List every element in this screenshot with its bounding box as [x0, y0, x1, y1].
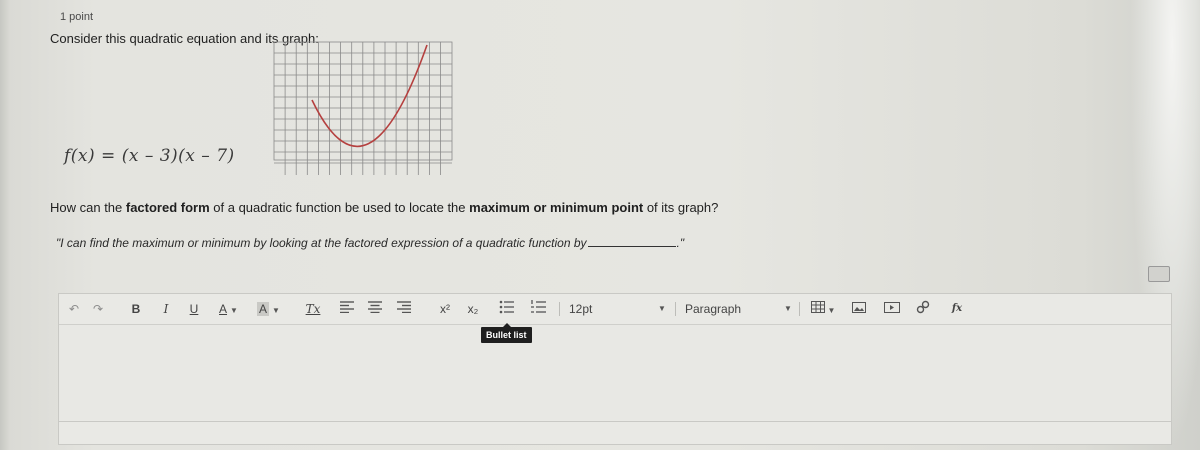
align-left-icon[interactable]	[339, 300, 355, 318]
highlight-button[interactable]: A ▼	[257, 300, 287, 318]
subscript-button[interactable]: x₂	[465, 300, 481, 318]
parabola-graph	[273, 41, 453, 175]
graph-grid	[273, 41, 453, 175]
background-edge	[0, 0, 10, 450]
question-text: How can the factored form of a quadratic…	[50, 200, 719, 215]
bullet-list-icon[interactable]	[499, 300, 515, 318]
table-icon[interactable]: ▼	[809, 300, 837, 318]
toolbar-divider	[559, 302, 560, 316]
align-center-icon[interactable]	[367, 300, 383, 318]
formula-icon[interactable]: fx	[949, 300, 965, 318]
bold-button[interactable]: B	[129, 300, 143, 318]
keyboard-icon[interactable]	[1148, 266, 1170, 282]
numbered-list-icon[interactable]	[531, 300, 547, 318]
block-format-select[interactable]: Paragraph ▼	[685, 300, 795, 318]
media-icon[interactable]	[883, 300, 901, 318]
quadratic-equation: f(x) = (x – 3)(x – 7)	[64, 146, 235, 166]
align-right-icon[interactable]	[396, 300, 412, 318]
redo-icon[interactable]: ↷	[91, 300, 105, 318]
editor-toolbar: ↶ ↷ B I U A ▼ A ▼ Tx x² x₂ 12pt ▼ Paragraph…	[59, 294, 1171, 325]
points-label: 1 point	[60, 11, 94, 23]
clear-formatting-button[interactable]: Tx	[304, 300, 322, 318]
underline-button[interactable]: U	[187, 300, 201, 318]
bold-term-max-min: maximum or minimum point	[469, 200, 644, 215]
toolbar-divider	[675, 302, 676, 316]
superscript-button[interactable]: x²	[437, 300, 453, 318]
answer-sentence: "I can find the maximum or minimum by lo…	[56, 236, 685, 250]
editor-status-bar	[59, 421, 1171, 444]
font-size-select[interactable]: 12pt ▼	[569, 300, 669, 318]
answer-blank	[587, 236, 676, 247]
rich-text-editor: ↶ ↷ B I U A ▼ A ▼ Tx x² x₂ 12pt ▼ Paragraph…	[58, 293, 1172, 445]
undo-icon[interactable]: ↶	[67, 300, 81, 318]
link-icon[interactable]	[915, 300, 931, 318]
text-color-button[interactable]: A ▼	[219, 300, 249, 318]
editor-content-area[interactable]	[59, 325, 1171, 420]
image-icon[interactable]	[851, 300, 867, 318]
toolbar-divider	[799, 302, 800, 316]
bullet-list-tooltip: Bullet list	[481, 323, 532, 343]
bold-term-factored-form: factored form	[125, 200, 210, 215]
italic-button[interactable]: I	[159, 300, 173, 318]
